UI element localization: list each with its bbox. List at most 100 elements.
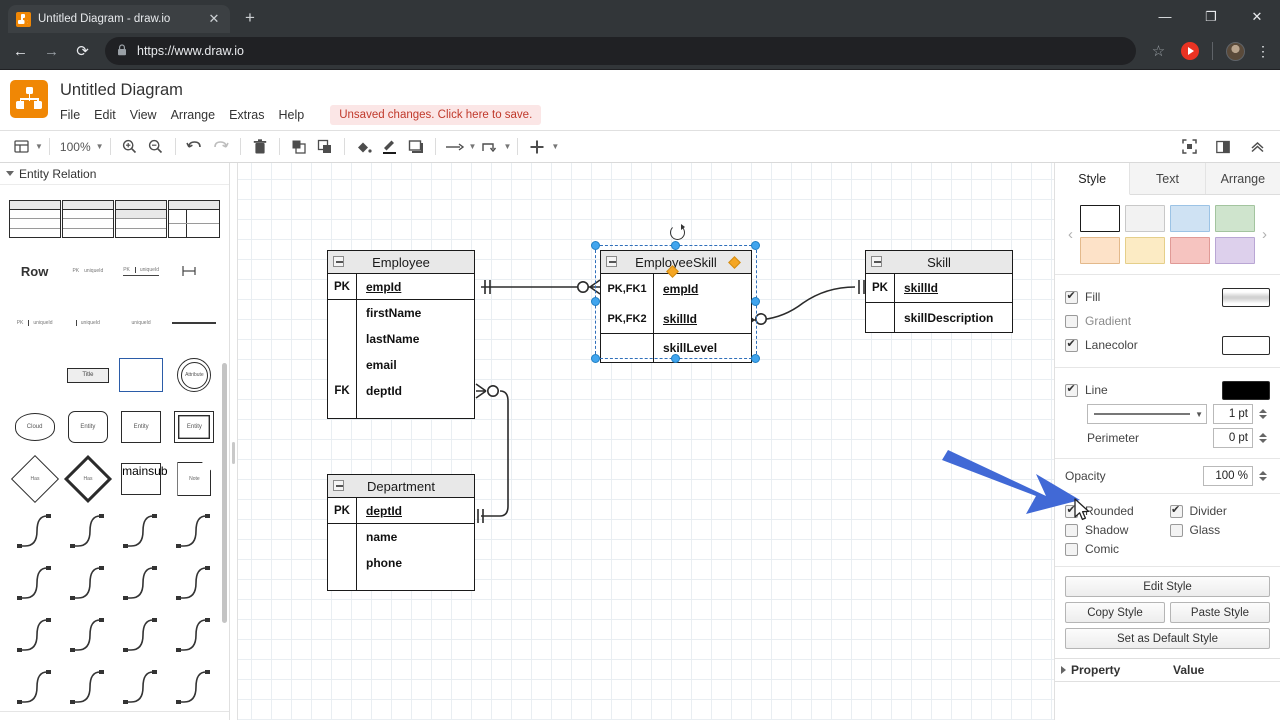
shadow-icon[interactable] (403, 134, 429, 160)
panel-splitter[interactable] (230, 163, 238, 720)
waypoints-caret-icon[interactable]: ▼ (503, 142, 511, 151)
shape-unique-1[interactable]: uniqueId (61, 299, 114, 347)
bookmark-star-icon[interactable]: ☆ (1144, 37, 1173, 66)
to-front-icon[interactable] (286, 134, 312, 160)
shape-entity-rounded[interactable]: Entity (61, 403, 114, 451)
entity-row[interactable]: PK empId (328, 274, 474, 300)
line-width-stepper[interactable] (1259, 404, 1270, 424)
zoom-caret-icon[interactable]: ▼ (96, 142, 104, 151)
unsaved-changes-notice[interactable]: Unsaved changes. Click here to save. (330, 105, 542, 125)
shape-cloud[interactable]: Cloud (8, 403, 61, 451)
shape-table-1[interactable] (8, 195, 61, 243)
entity-employee[interactable]: Employee PK empId firstName lastName ema… (327, 250, 475, 419)
rounded-checkbox[interactable] (1065, 503, 1078, 518)
undo-icon[interactable] (182, 134, 208, 160)
shape-edge[interactable] (168, 611, 221, 659)
collapse-icon[interactable] (333, 256, 344, 267)
shape-relation-diamond[interactable]: Has (8, 454, 61, 504)
reload-button[interactable]: ⟳ (68, 37, 97, 66)
browser-menu-icon[interactable]: ⋮ (1252, 43, 1274, 60)
collapse-toolbar-icon[interactable] (1244, 134, 1270, 160)
entity-row[interactable]: name (328, 524, 474, 550)
line-color-button[interactable] (1222, 380, 1270, 400)
swatch-orange[interactable] (1080, 237, 1120, 264)
entity-row[interactable]: PK,FK1 empId (601, 274, 751, 304)
entity-title[interactable]: Skill (866, 251, 1012, 274)
collapse-icon[interactable] (871, 256, 882, 267)
tab-arrange[interactable]: Arrange (1205, 163, 1280, 194)
swatch-yellow[interactable] (1125, 237, 1165, 264)
shape-title-block[interactable]: Title (61, 351, 114, 399)
gradient-checkbox[interactable] (1065, 314, 1078, 328)
shape-table-3[interactable] (115, 195, 168, 243)
shape-edge[interactable] (168, 663, 221, 711)
entity-skill[interactable]: Skill PK skillId skillDescription (865, 250, 1013, 333)
opacity-stepper[interactable] (1259, 466, 1270, 486)
collapse-icon[interactable] (333, 480, 344, 491)
line-color-icon[interactable] (377, 134, 403, 160)
fill-color-button[interactable] (1222, 287, 1270, 307)
shape-row[interactable]: Row (8, 247, 61, 295)
shape-style-handle[interactable] (728, 256, 741, 269)
diagram-canvas[interactable]: Employee PK empId firstName lastName ema… (238, 163, 1054, 720)
entity-row[interactable]: lastName (328, 326, 474, 352)
swatch-blue[interactable] (1170, 205, 1210, 232)
shape-pk-unique-1[interactable]: PK uniqueId (61, 247, 114, 295)
document-title[interactable]: Untitled Diagram (60, 78, 541, 100)
shape-split-entity[interactable]: main sub (115, 455, 168, 503)
zoom-in-icon[interactable] (117, 134, 143, 160)
shape-edge[interactable] (115, 663, 168, 711)
shape-entity-double[interactable]: Entity (168, 403, 221, 451)
shape-edge[interactable] (8, 663, 61, 711)
rotate-icon[interactable] (670, 224, 685, 240)
shape-edge[interactable] (115, 611, 168, 659)
entity-row[interactable]: firstName (328, 300, 474, 326)
line-checkbox[interactable] (1065, 382, 1078, 397)
shape-table-2[interactable] (61, 195, 114, 243)
resize-handle-nw[interactable] (591, 241, 600, 250)
shape-unique-2[interactable]: uniqueId (115, 299, 168, 347)
shadow-checkbox[interactable] (1065, 523, 1078, 537)
shape-divider-line[interactable] (168, 299, 221, 347)
entity-row[interactable]: PK deptId (328, 498, 474, 524)
collapse-icon[interactable] (606, 256, 617, 267)
copy-style-button[interactable]: Copy Style (1065, 602, 1165, 623)
resize-handle-se[interactable] (751, 354, 760, 363)
entity-row[interactable]: PK skillId (866, 274, 1012, 303)
shape-edge[interactable] (115, 507, 168, 555)
opacity-input[interactable]: 100 % (1203, 466, 1253, 486)
resize-handle-ne[interactable] (751, 241, 760, 250)
entity-row[interactable]: FK deptId (328, 378, 474, 404)
profile-avatar[interactable] (1221, 37, 1250, 66)
entity-department[interactable]: Department PK deptId name phone (327, 474, 475, 591)
entity-title[interactable]: Department (328, 475, 474, 498)
swatch-prev-button[interactable]: ‹ (1065, 226, 1076, 243)
forward-button[interactable]: → (37, 37, 66, 66)
resize-handle-n[interactable] (671, 241, 680, 250)
property-table-header[interactable]: Property Value (1055, 658, 1280, 682)
menu-arrange[interactable]: Arrange (171, 105, 223, 125)
shape-edge[interactable] (168, 507, 221, 555)
entity-row[interactable]: phone (328, 550, 474, 576)
new-tab-button[interactable]: + (236, 4, 264, 32)
fill-checkbox[interactable] (1065, 289, 1078, 304)
resize-handle-s[interactable] (671, 354, 680, 363)
lanecolor-color-button[interactable] (1222, 335, 1270, 355)
zoom-out-icon[interactable] (143, 134, 169, 160)
shape-edge[interactable] (8, 611, 61, 659)
address-bar[interactable]: https://www.draw.io (105, 37, 1136, 65)
shape-note[interactable]: Note (168, 455, 221, 503)
swatch-white[interactable] (1080, 205, 1120, 232)
shapes-section-header[interactable]: Entity Relation (0, 163, 229, 185)
shape-edge[interactable] (61, 611, 114, 659)
perimeter-stepper[interactable] (1259, 428, 1270, 448)
set-default-style-button[interactable]: Set as Default Style (1065, 628, 1270, 649)
swatch-gray[interactable] (1125, 205, 1165, 232)
shapes-scrollbar[interactable] (222, 363, 227, 623)
browser-tab[interactable]: Untitled Diagram - draw.io ✕ (8, 5, 230, 33)
menu-file[interactable]: File (60, 105, 88, 125)
shape-pk-unique-2[interactable]: PK uniqueId (115, 247, 168, 295)
shape-edge[interactable] (8, 559, 61, 607)
shape-relation-diamond-bold[interactable]: Has (61, 454, 114, 504)
format-panel-toggle-icon[interactable] (1210, 134, 1236, 160)
